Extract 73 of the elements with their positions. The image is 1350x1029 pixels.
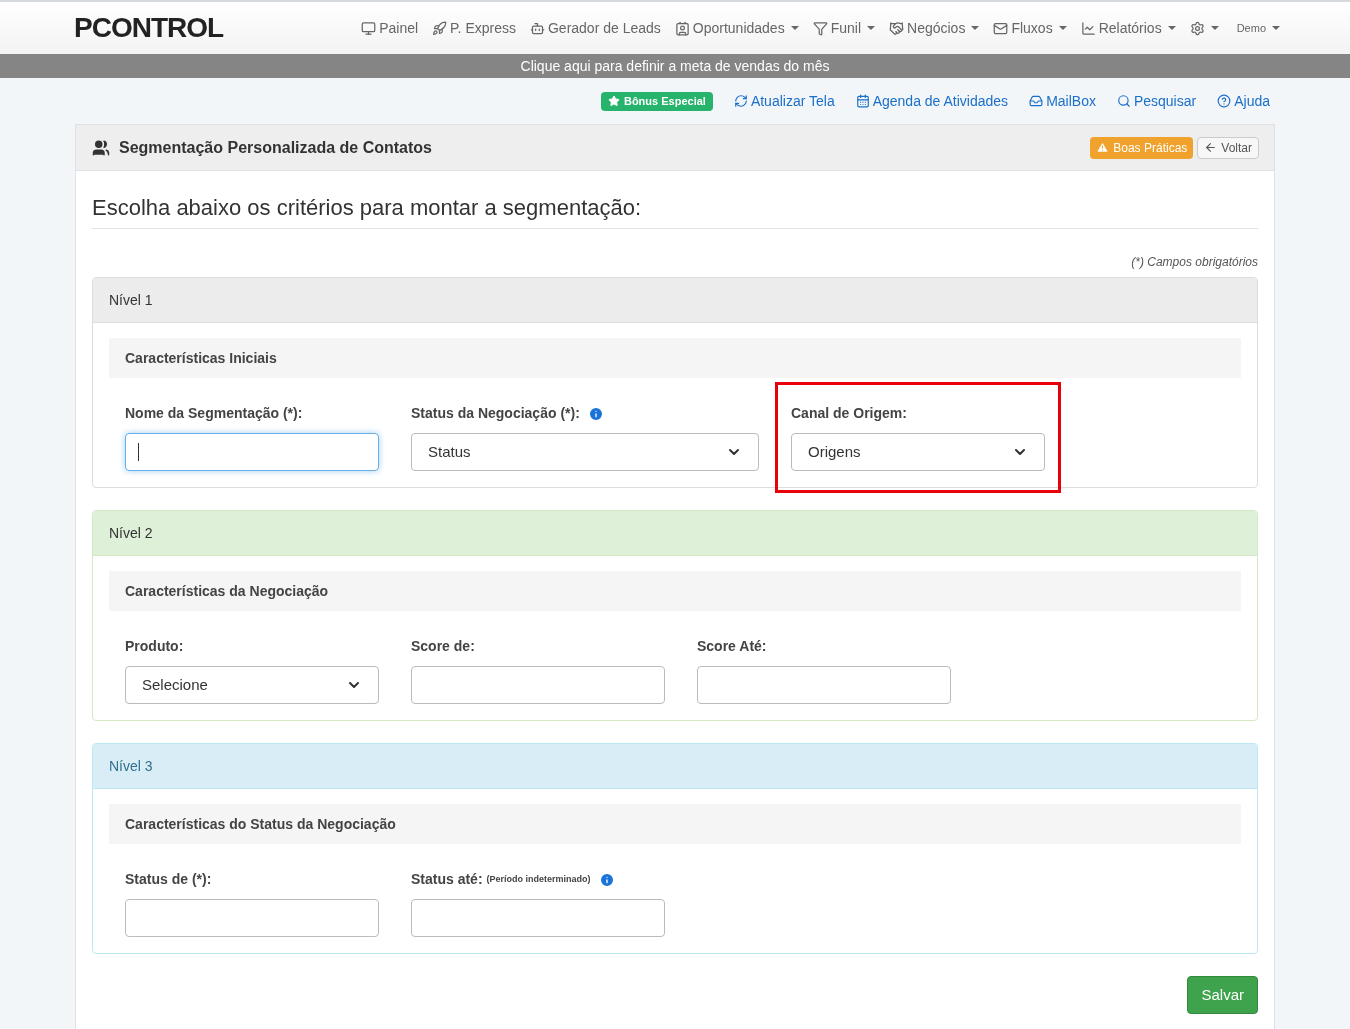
level-title: Nível 2 — [109, 523, 153, 543]
level-title: Nível 1 — [109, 290, 153, 310]
required-fields-note: (*) Campos obrigatórios — [1130, 254, 1258, 271]
toolbar-link[interactable]: Agenda de Atividades — [855, 90, 1009, 112]
nav-menu-item[interactable]: Gerador de Leads — [529, 17, 661, 39]
nav-menu-item[interactable]: Oportunidades — [674, 17, 799, 39]
refresh-icon — [733, 94, 748, 108]
caret-icon — [790, 26, 799, 30]
monitor-icon — [361, 20, 377, 36]
select-field[interactable]: Selecione — [125, 666, 379, 704]
save-button[interactable]: Salvar — [1187, 976, 1258, 1014]
handshake-icon — [889, 20, 904, 36]
input-field[interactable] — [411, 899, 665, 937]
input-field[interactable] — [125, 899, 379, 937]
input-field[interactable] — [697, 666, 951, 704]
field-label: Status até: — [411, 870, 483, 889]
toolbar-link[interactable]: Pesquisar — [1116, 90, 1197, 112]
field-label: Status da Negociação (*): — [411, 404, 580, 423]
rocket-icon — [432, 20, 448, 36]
robot-icon — [529, 20, 545, 36]
help-icon — [1217, 94, 1232, 108]
toolbar-link[interactable]: Atualizar Tela — [733, 90, 835, 112]
nav-menu-item[interactable]: Fluxos — [993, 17, 1067, 39]
caret-icon — [867, 26, 875, 30]
calendar-icon — [855, 94, 870, 108]
panel-title: Segmentação Personalizada de Contatos — [119, 137, 432, 158]
settings-icon — [1189, 20, 1205, 36]
section-title: Características Iniciais — [125, 348, 277, 368]
info-icon — [587, 405, 604, 422]
toolbar-link[interactable]: Ajuda — [1217, 90, 1270, 112]
toolbar-link[interactable]: MailBox — [1029, 90, 1096, 112]
funnel-icon — [812, 20, 828, 36]
nav-menu-item[interactable]: Painel — [361, 17, 419, 39]
field-label: Produto: — [125, 637, 184, 656]
back-button[interactable]: Voltar — [1197, 136, 1259, 159]
info-icon — [598, 871, 615, 888]
star-icon — [607, 95, 620, 107]
section-title: Características da Negociação — [125, 581, 329, 601]
select-field[interactable]: Status — [411, 433, 759, 471]
caret-icon — [1167, 26, 1176, 30]
caret-icon — [971, 26, 980, 30]
input-field[interactable] — [125, 433, 379, 471]
field-label: Canal de Origem: — [791, 404, 907, 423]
brand-logo[interactable]: PCONTROL — [74, 7, 224, 49]
caret-icon — [1210, 26, 1219, 30]
arrow-left-icon — [1204, 141, 1218, 154]
select-field[interactable]: Origens — [791, 433, 1045, 471]
text-cursor — [138, 443, 139, 461]
inbox-icon — [1029, 94, 1044, 108]
nav-menu-item[interactable]: Negócios — [889, 17, 980, 39]
nav-menu-item[interactable]: Funil — [812, 17, 875, 39]
warning-icon — [1096, 141, 1110, 154]
caret-icon — [1058, 26, 1067, 30]
nav-menu-item[interactable]: P. Express — [432, 17, 516, 39]
nav-menu-item[interactable]: Relatórios — [1080, 17, 1176, 39]
field-label: Score Até: — [697, 637, 767, 656]
line-chart-icon — [1080, 20, 1096, 36]
level-title: Nível 3 — [109, 756, 153, 776]
field-note: (Período indeterminado) — [486, 872, 591, 886]
section-title: Características do Status da Negociação — [125, 814, 396, 834]
nav-menu-item[interactable] — [1189, 20, 1219, 36]
caret-icon — [1272, 26, 1280, 30]
users-icon — [91, 138, 111, 157]
envelope-icon — [993, 20, 1009, 36]
field-label: Nome da Segmentação (*): — [125, 404, 303, 423]
field-label: Status de (*): — [125, 870, 212, 889]
contact-card-icon — [674, 20, 690, 36]
user-menu[interactable]: Demo — [1236, 19, 1280, 37]
input-field[interactable] — [411, 666, 665, 704]
sales-goal-banner[interactable]: Clique aqui para definir a meta de vendas do mês — [0, 54, 1350, 78]
field-label: Score de: — [411, 637, 475, 656]
search-icon — [1116, 94, 1131, 108]
page-heading: Escolha abaixo os critérios para montar a segmentação: — [92, 171, 1258, 229]
